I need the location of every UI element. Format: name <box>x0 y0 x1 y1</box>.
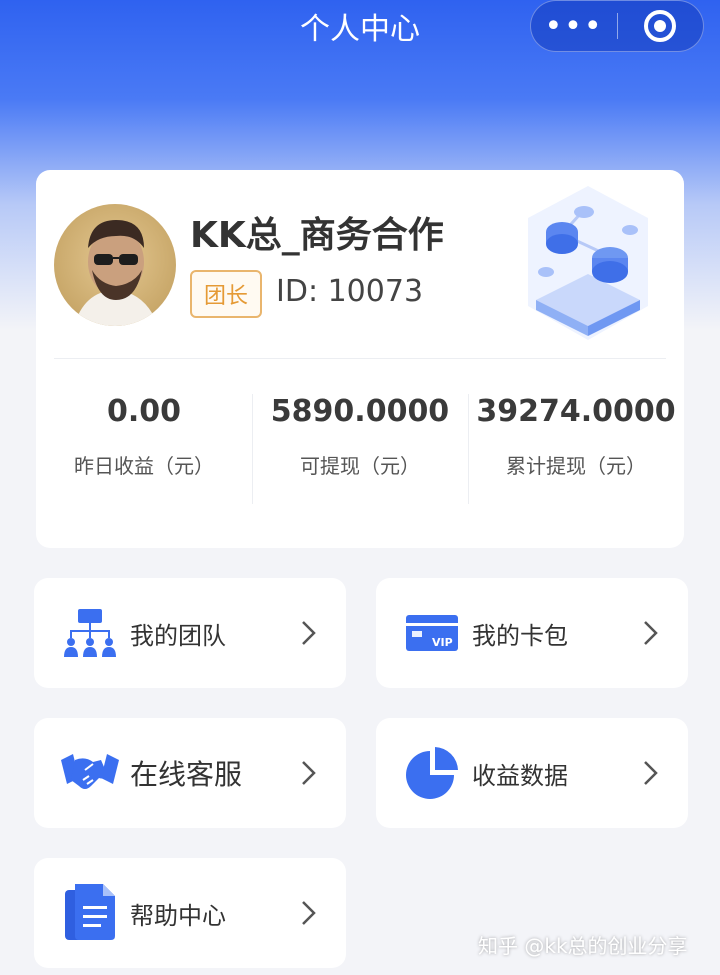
chevron-right-icon <box>288 760 328 786</box>
handshake-icon <box>60 743 120 803</box>
chevron-right-icon <box>288 900 328 926</box>
svg-text:VIP: VIP <box>432 636 453 649</box>
more-icon[interactable]: ••• <box>531 0 617 52</box>
menu-item-help-center[interactable]: 帮助中心 <box>34 858 346 968</box>
close-target-icon[interactable] <box>618 0 703 52</box>
document-icon <box>60 883 120 943</box>
stat-value: 39274.0000 <box>476 394 676 429</box>
menu-item-label: 在线客服 <box>130 758 243 791</box>
mini-program-capsule: ••• <box>530 0 704 52</box>
menu-item-label: 收益数据 <box>472 761 568 790</box>
menu-item-label: 我的团队 <box>130 621 226 650</box>
user-id: ID: 10073 <box>276 274 424 309</box>
menu-item-my-team[interactable]: 我的团队 <box>34 578 346 688</box>
stat-total-withdrawn[interactable]: 39274.0000 累计提现（元） <box>468 392 684 504</box>
menu-item-online-service[interactable]: 在线客服 <box>34 718 346 828</box>
avatar[interactable] <box>54 204 176 326</box>
data-cube-illustration <box>528 186 648 340</box>
vip-card-icon: VIP <box>402 603 462 663</box>
stat-value: 5890.0000 <box>270 394 450 429</box>
stat-label: 累计提现（元） <box>506 454 646 478</box>
stats-row: 0.00 昨日收益（元） 5890.0000 可提现（元） 39274.0000… <box>36 392 684 504</box>
pie-chart-icon <box>402 743 462 803</box>
profile-card: KK总_商务合作 团长 ID: 10073 0.00 昨日收益（元） 5890.… <box>36 170 684 548</box>
watermark: 知乎 @kk总的创业分享 <box>478 934 688 958</box>
chevron-right-icon <box>630 620 670 646</box>
menu-item-label: 帮助中心 <box>130 901 226 930</box>
stat-label: 昨日收益（元） <box>74 454 214 478</box>
menu-item-label: 我的卡包 <box>472 621 568 650</box>
menu-item-my-cards[interactable]: VIP 我的卡包 <box>376 578 688 688</box>
chevron-right-icon <box>630 760 670 786</box>
team-icon <box>60 603 120 663</box>
stat-yesterday-earnings[interactable]: 0.00 昨日收益（元） <box>36 392 252 502</box>
chevron-right-icon <box>288 620 328 646</box>
stat-label: 可提现（元） <box>300 454 420 478</box>
stat-withdrawable[interactable]: 5890.0000 可提现（元） <box>252 392 468 504</box>
role-badge: 团长 <box>190 270 262 318</box>
username: KK总_商务合作 <box>190 215 444 256</box>
card-divider <box>54 358 666 359</box>
menu-item-earnings-data[interactable]: 收益数据 <box>376 718 688 828</box>
stat-value: 0.00 <box>106 394 182 429</box>
